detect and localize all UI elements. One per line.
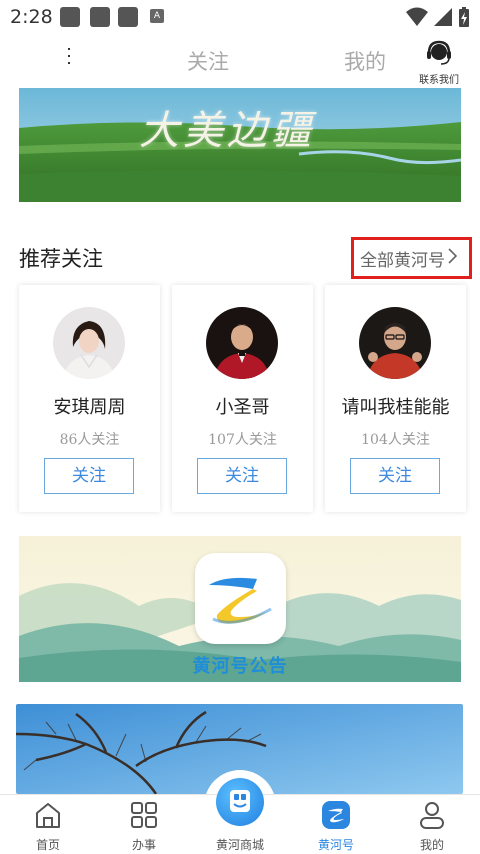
- person-icon: [420, 802, 444, 829]
- section-title: 推荐关注: [19, 247, 103, 271]
- recommend-card[interactable]: 请叫我桂能能 104人关注 关注: [325, 285, 466, 512]
- tab-follow[interactable]: 关注: [187, 46, 229, 76]
- mall-center-button[interactable]: [216, 778, 264, 826]
- nav-label: 办事: [131, 838, 156, 852]
- follow-button[interactable]: 关注: [197, 458, 287, 494]
- announcement-title: 黄河号公告: [192, 656, 288, 677]
- status-bar: 2:28 A: [0, 0, 480, 34]
- menu-icon[interactable]: [66, 48, 72, 68]
- status-time: 2:28: [10, 6, 53, 28]
- nav-label: 黄河号: [317, 838, 354, 852]
- all-huanghe-link[interactable]: 全部黄河号: [351, 237, 472, 279]
- notification-icon: [60, 7, 80, 27]
- mall-icon: [230, 790, 250, 812]
- nav-mine[interactable]: 我的: [384, 795, 480, 854]
- follow-button[interactable]: 关注: [350, 458, 440, 494]
- chevron-right-icon: [448, 248, 458, 264]
- contact-us-button[interactable]: 联系我们: [414, 40, 464, 86]
- tab-mine[interactable]: 我的: [344, 46, 386, 76]
- all-link-label: 全部黄河号: [360, 251, 445, 271]
- avatar[interactable]: [206, 307, 278, 379]
- follow-button[interactable]: 关注: [44, 458, 134, 494]
- card-name: 小圣哥: [215, 397, 270, 418]
- nav-label: 我的: [419, 838, 444, 852]
- notification-icon: [118, 7, 138, 27]
- nav-huanghe[interactable]: 黄河号: [288, 795, 384, 854]
- banner-title: 大美边疆: [139, 108, 315, 154]
- follower-count: 107人关注: [208, 432, 277, 448]
- notification-a-icon: A: [150, 9, 164, 23]
- recommend-card[interactable]: 安琪周周 86人关注 关注: [19, 285, 160, 512]
- nav-services[interactable]: 办事: [96, 795, 192, 854]
- wifi-icon: [406, 7, 428, 26]
- battery-icon: [459, 7, 469, 27]
- follower-count: 86人关注: [59, 432, 120, 448]
- promo-banner[interactable]: 大美边疆: [19, 88, 461, 202]
- nav-label: 黄河商城: [215, 838, 264, 852]
- recommend-card[interactable]: 小圣哥 107人关注 关注: [172, 285, 313, 512]
- top-header: 关注 我的 联系我们: [0, 38, 480, 86]
- signal-icon: [434, 8, 452, 26]
- huanghe-logo-icon: [195, 553, 286, 644]
- announcement-banner[interactable]: 黄河号公告: [19, 536, 461, 682]
- follower-count: 104人关注: [361, 432, 430, 448]
- headset-icon: [427, 40, 451, 65]
- huanghe-icon: [322, 801, 350, 829]
- avatar[interactable]: [53, 307, 125, 379]
- grid-icon: [131, 802, 157, 828]
- card-name: 请叫我桂能能: [341, 397, 450, 418]
- nav-home[interactable]: 首页: [0, 795, 96, 854]
- home-icon: [36, 803, 60, 828]
- card-name: 安琪周周: [53, 397, 126, 418]
- nav-label: 首页: [35, 838, 60, 852]
- notification-icon: [90, 7, 110, 27]
- avatar[interactable]: [359, 307, 431, 379]
- contact-us-label: 联系我们: [419, 75, 459, 86]
